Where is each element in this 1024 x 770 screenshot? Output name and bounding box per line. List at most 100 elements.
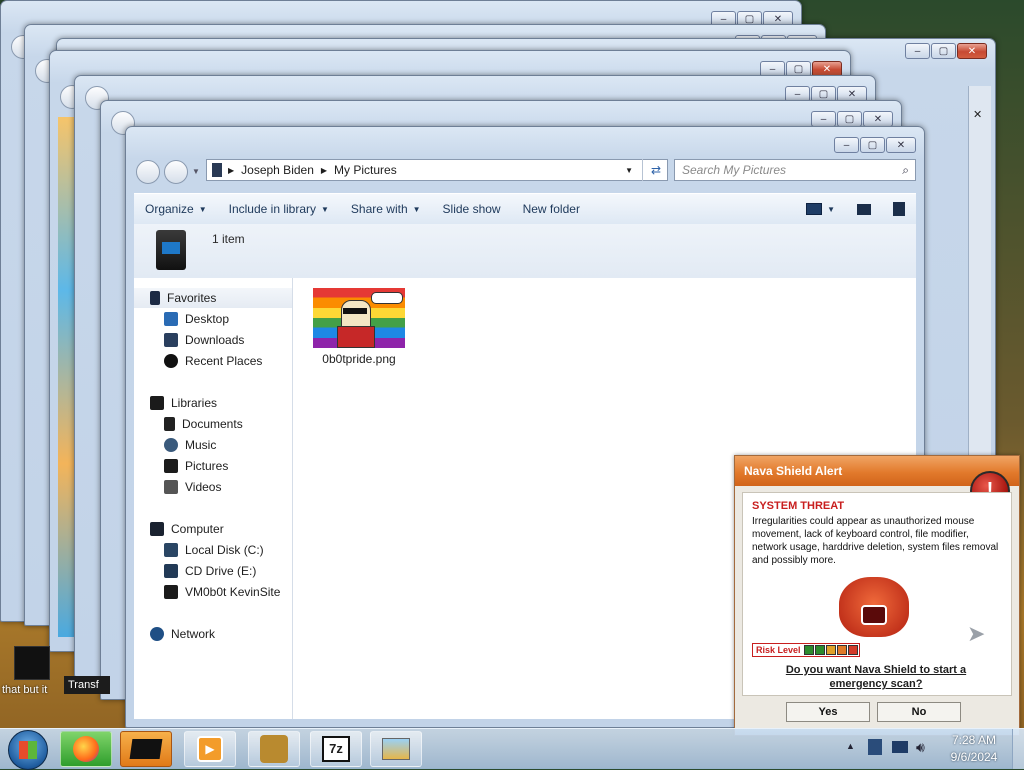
navigation-pane: Favorites Desktop Downloads Recent Place… — [134, 278, 293, 719]
risk-level-label: Risk Level — [756, 645, 801, 655]
tray-icon-2[interactable] — [892, 741, 908, 753]
desktop-icon-black[interactable] — [14, 646, 50, 680]
preview-pane-button[interactable] — [846, 194, 882, 224]
chevron-down-icon: ▼ — [412, 204, 421, 214]
alert-message: Irregularities could appear as unauthori… — [752, 516, 999, 566]
taskbar-firefox[interactable] — [60, 731, 112, 767]
nav-computer[interactable]: Computer — [134, 519, 292, 539]
computer-icon — [150, 522, 164, 536]
cd-drive-icon — [164, 564, 178, 578]
recent-places-icon — [164, 354, 178, 368]
start-button[interactable] — [8, 730, 48, 770]
preview-pane-icon — [857, 203, 871, 215]
nav-pictures[interactable]: Pictures — [134, 456, 292, 476]
nav-downloads[interactable]: Downloads — [134, 330, 292, 350]
forward-button[interactable] — [164, 160, 188, 184]
slide-show-button[interactable]: Slide show — [432, 194, 512, 224]
search-input[interactable]: Search My Pictures ⌕ — [674, 159, 916, 181]
breadcrumb-item-folder[interactable]: My Pictures — [334, 163, 397, 177]
location-icon — [212, 163, 222, 177]
clock-date[interactable]: 9/6/2024 — [946, 750, 1002, 764]
chevron-down-icon: ▼ — [321, 204, 329, 214]
breadcrumb-separator-icon[interactable]: ▶ — [228, 166, 234, 175]
help-button[interactable] — [882, 194, 916, 224]
help-icon — [893, 202, 905, 216]
show-desktop-button[interactable] — [1012, 729, 1024, 769]
organize-menu[interactable]: Organize ▼ — [134, 194, 218, 224]
picture-viewer-icon — [382, 738, 410, 760]
search-icon: ⌕ — [902, 162, 909, 177]
pictures-icon — [164, 459, 178, 473]
nav-videos[interactable]: Videos — [134, 477, 292, 497]
media-player-icon: ▶ — [197, 736, 223, 762]
clock-time[interactable]: 7:28 AM — [946, 733, 1002, 747]
nav-desktop[interactable]: Desktop — [134, 309, 292, 329]
videos-icon — [164, 480, 178, 494]
breadcrumb-item-user[interactable]: Joseph Biden — [241, 163, 314, 177]
nav-network[interactable]: Network — [134, 624, 292, 644]
taskbar: ▶ 7z ▲ 🔊︎ 7:28 AM 9/6/2024 — [0, 728, 1024, 770]
nav-libraries[interactable]: Libraries — [134, 393, 292, 413]
taskbar-media-player[interactable]: ▶ — [184, 731, 236, 767]
downloads-icon — [164, 333, 178, 347]
include-in-library-menu[interactable]: Include in library ▼ — [218, 194, 340, 224]
breadcrumb-separator-icon[interactable]: ▶ — [321, 166, 327, 175]
music-icon — [164, 438, 178, 452]
chevron-down-icon: ▼ — [827, 204, 835, 214]
documents-icon — [164, 417, 175, 431]
back-button[interactable] — [136, 160, 160, 184]
recent-pages-dropdown[interactable]: ▼ — [192, 167, 200, 176]
file-item[interactable]: 0b0tpride.png — [303, 286, 415, 370]
favorites-icon — [150, 291, 160, 305]
maximize-button[interactable]: ▢ — [860, 137, 885, 153]
view-options-button[interactable]: ▼ — [795, 194, 846, 224]
minimize-button[interactable]: – — [834, 137, 859, 153]
libraries-icon — [150, 396, 164, 410]
taskbar-preview-label: Transf — [64, 676, 110, 694]
7zip-icon: 7z — [322, 736, 350, 762]
nava-shield-alert: Nava Shield Alert ! SYSTEM THREAT Irregu… — [734, 455, 1020, 736]
item-count: 1 item — [212, 232, 245, 246]
nav-network-drive[interactable]: VM0b0t KevinSite — [134, 582, 292, 602]
firefox-icon — [73, 736, 99, 762]
folder-header: 1 item — [134, 224, 916, 278]
network-icon — [150, 627, 164, 641]
tray-overflow-icon[interactable]: ▲ — [846, 741, 855, 751]
chevron-down-icon: ▼ — [198, 204, 207, 214]
refresh-button[interactable]: ⇄ — [642, 159, 669, 181]
desktop-icon — [164, 312, 178, 326]
tray-icon-1[interactable] — [868, 739, 882, 755]
file-name: 0b0tpride.png — [322, 352, 396, 366]
image-thumbnail-icon — [313, 288, 405, 348]
volume-icon[interactable]: 🔊︎ — [916, 739, 925, 756]
close-button[interactable]: ✕ — [886, 137, 916, 153]
nav-documents[interactable]: Documents — [134, 414, 292, 434]
address-dropdown-icon[interactable]: ▼ — [625, 166, 633, 175]
taskbar-explorer-active[interactable] — [120, 731, 172, 767]
new-folder-button[interactable]: New folder — [512, 194, 591, 224]
taskbar-7zip[interactable]: 7z — [310, 731, 362, 767]
nav-cd-drive[interactable]: CD Drive (E:) — [134, 561, 292, 581]
no-button[interactable]: No — [877, 702, 961, 722]
alert-panel: SYSTEM THREAT Irregularities could appea… — [742, 492, 1012, 696]
command-bar: Organize ▼ Include in library ▼ Share with… — [134, 193, 916, 225]
nav-music[interactable]: Music — [134, 435, 292, 455]
address-bar[interactable]: ▶ Joseph Biden ▶ My Pictures ▼ — [206, 159, 668, 181]
nav-recent-places[interactable]: Recent Places — [134, 351, 292, 371]
windows-logo-icon — [19, 741, 37, 759]
monster-icon — [839, 577, 909, 637]
alert-heading: SYSTEM THREAT — [752, 500, 845, 512]
box-app-icon — [260, 735, 288, 763]
local-disk-icon — [164, 543, 178, 557]
taskbar-box-app[interactable] — [248, 731, 300, 767]
nav-favorites[interactable]: Favorites — [134, 288, 292, 308]
desktop-label-left: that but it — [2, 684, 48, 696]
taskbar-picture-viewer[interactable] — [370, 731, 422, 767]
share-with-menu[interactable]: Share with ▼ — [340, 194, 432, 224]
risk-level-meter: Risk Level — [752, 643, 860, 657]
yes-button[interactable]: Yes — [786, 702, 870, 722]
nav-local-disk[interactable]: Local Disk (C:) — [134, 540, 292, 560]
folder-black-icon — [129, 739, 163, 759]
view-icon — [806, 203, 823, 215]
scan-question: Do you want Nava Shield to start a emerg… — [785, 664, 967, 690]
